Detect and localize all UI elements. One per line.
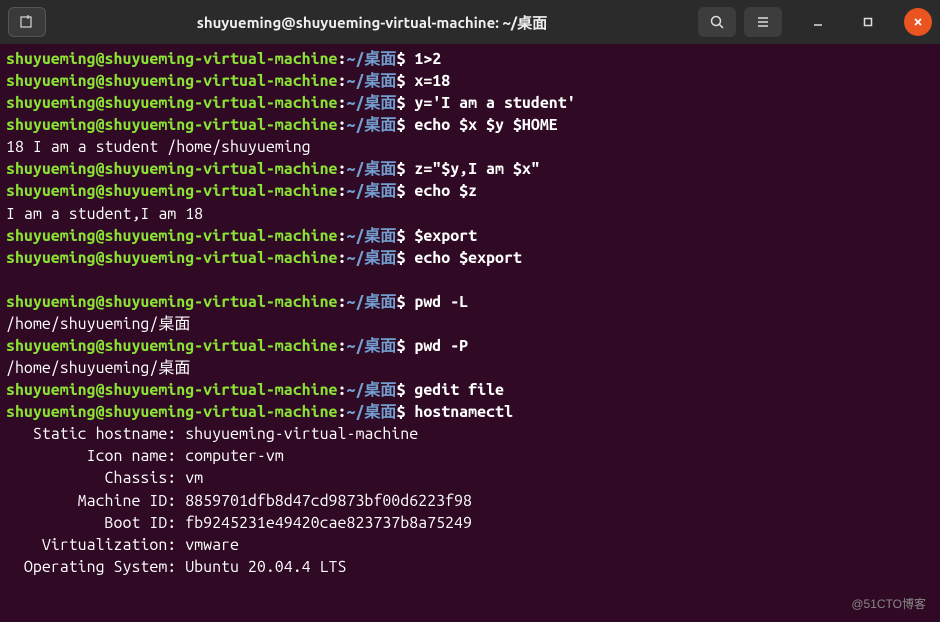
maximize-icon	[862, 16, 874, 28]
close-icon	[912, 16, 924, 28]
prompt-user: shuyueming@shuyueming-virtual-machine	[6, 50, 338, 68]
search-icon	[709, 14, 725, 30]
window-title: shuyueming@shuyueming-virtual-machine: ~…	[54, 12, 690, 33]
menu-button[interactable]	[744, 7, 782, 37]
maximize-button[interactable]	[854, 8, 882, 36]
close-button[interactable]	[904, 8, 932, 36]
output-text: 18 I am a student /home/shuyueming	[6, 138, 311, 156]
hamburger-icon	[755, 14, 771, 30]
minimize-button[interactable]	[804, 8, 832, 36]
minimize-icon	[812, 16, 824, 28]
new-tab-icon	[19, 14, 35, 30]
search-button[interactable]	[698, 7, 736, 37]
titlebar: shuyueming@shuyueming-virtual-machine: ~…	[0, 0, 940, 44]
command-text: 1>2	[414, 50, 441, 68]
new-tab-button[interactable]	[8, 7, 46, 37]
watermark: @51CTO博客	[851, 595, 926, 612]
terminal-area[interactable]: shuyueming@shuyueming-virtual-machine:~/…	[0, 44, 940, 622]
